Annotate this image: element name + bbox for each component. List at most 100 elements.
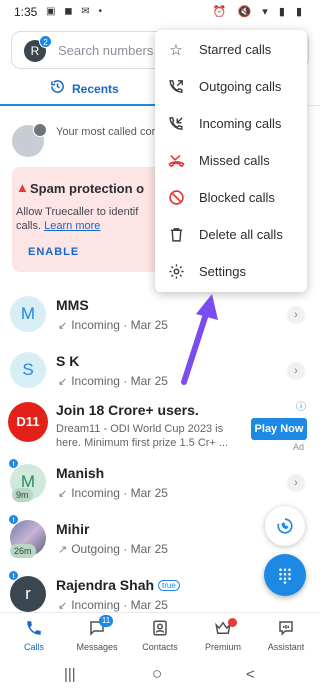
most-called-avatar — [12, 123, 47, 157]
contact-avatar: M — [10, 296, 46, 332]
play-now-button[interactable]: Play Now — [251, 418, 307, 440]
search-input[interactable]: Search numbers, n — [58, 43, 168, 58]
status-bar: 1:35 ▣ ◼ ✉ • ⏰ 🔇 ▾ ▮ ▮ — [0, 0, 320, 24]
premium-dot — [228, 618, 237, 627]
recent-apps-button[interactable]: ||| — [64, 666, 76, 683]
call-duration: 9m — [12, 488, 33, 502]
nav-calls-label: Calls — [23, 642, 44, 652]
contacts-icon — [150, 619, 170, 639]
call-details: ↙ Incoming · Mar 25 — [58, 486, 168, 500]
truecaller-badge: t — [8, 570, 19, 581]
call-details: ↙ Incoming · Mar 25 — [58, 318, 168, 332]
call-direction: Incoming — [71, 598, 120, 612]
menu-item-incoming-calls[interactable]: Incoming calls — [155, 106, 307, 143]
nav-contacts[interactable]: Contacts — [128, 617, 192, 655]
call-duration: 26m — [10, 544, 36, 558]
verified-tag: true — [158, 580, 180, 591]
avatar-letter: R — [30, 44, 40, 58]
call-row[interactable]: M MMS ↙ Incoming · Mar 25 › — [0, 290, 320, 346]
assistant-icon — [276, 619, 296, 639]
outgoing-call-icon: ↗ — [58, 544, 68, 556]
menu-item-delete-all-calls[interactable]: Delete all calls — [155, 217, 307, 254]
contact-avatar: r — [10, 576, 46, 612]
call-date: Mar 25 — [130, 598, 168, 612]
call-direction: Outgoing — [71, 542, 120, 556]
dialpad-fab[interactable] — [264, 554, 306, 596]
contact-name: Mihir — [56, 521, 90, 537]
notification-badge: 2 — [39, 35, 52, 48]
menu-item-outgoing-calls[interactable]: Outgoing calls — [155, 69, 307, 106]
call-date: Mar 25 — [130, 318, 168, 332]
menu-item-label: Delete all calls — [199, 227, 283, 242]
tab-recents[interactable]: Recents — [0, 76, 155, 106]
contact-name: Rajendra Shah true — [56, 577, 180, 593]
warning-icon: ▲ — [16, 180, 29, 195]
back-button[interactable]: < — [246, 666, 255, 683]
incoming-call-icon: ↙ — [58, 320, 68, 332]
incoming-call-icon: ↙ — [58, 600, 68, 612]
contact-name: S K — [56, 353, 80, 369]
tab-recents-label: Recents — [72, 82, 119, 96]
assistant-fab[interactable] — [265, 506, 305, 546]
menu-item-missed-calls[interactable]: Missed calls — [155, 143, 307, 180]
dialpad-icon — [279, 568, 291, 584]
history-icon — [50, 79, 65, 98]
enable-button[interactable]: ENABLE — [28, 246, 79, 258]
annotation-arrow-icon — [181, 294, 218, 385]
system-navigation-bar: ||| ○ < — [0, 658, 320, 692]
menu-item-label: Missed calls — [199, 153, 270, 168]
menu-item-starred-calls[interactable]: ☆ Starred calls — [155, 32, 307, 69]
bottom-navigation: Calls 11 Messages Contacts Premium Assis… — [0, 612, 320, 656]
menu-item-settings[interactable]: Settings — [155, 254, 307, 291]
active-tab-indicator — [0, 104, 155, 106]
ad-logo: D11 — [8, 402, 48, 442]
call-date: Mar 25 — [130, 374, 168, 388]
menu-item-blocked-calls[interactable]: Blocked calls — [155, 180, 307, 217]
call-row[interactable]: M t 9m Manish ↙ Incoming · Mar 25 › — [0, 458, 320, 514]
learn-more-link[interactable]: Learn more — [44, 220, 100, 232]
nav-contacts-label: Contacts — [142, 642, 178, 652]
ad-label: Ad — [293, 442, 305, 452]
menu-item-label: Starred calls — [199, 42, 272, 57]
contact-name: Manish — [56, 465, 105, 481]
contact-avatar: S — [10, 352, 46, 388]
call-details: ↙ Incoming · Mar 25 — [58, 374, 168, 388]
home-button[interactable]: ○ — [152, 664, 162, 684]
block-icon — [167, 189, 185, 210]
chevron-right-icon[interactable]: › — [287, 474, 305, 492]
nav-messages-label: Messages — [76, 642, 118, 652]
menu-item-label: Incoming calls — [199, 116, 282, 131]
phone-icon — [24, 619, 44, 639]
menu-item-label: Settings — [199, 264, 246, 279]
nav-assistant-label: Assistant — [267, 642, 305, 652]
nav-calls[interactable]: Calls — [2, 617, 66, 655]
outgoing-call-icon — [167, 78, 185, 99]
missed-call-icon — [167, 152, 185, 173]
system-status-icons: ⏰ 🔇 ▾ ▮ ▮ — [212, 6, 306, 18]
incoming-call-icon: ↙ — [58, 488, 68, 500]
profile-avatar[interactable]: R 2 — [24, 35, 52, 62]
call-filter-menu: ☆ Starred calls Outgoing calls Incoming … — [155, 30, 307, 292]
call-details: ↗ Outgoing · Mar 25 — [58, 542, 168, 556]
call-direction: Incoming — [71, 486, 120, 500]
chevron-right-icon[interactable]: › — [287, 362, 305, 380]
gear-icon — [167, 263, 185, 284]
nav-premium-label: Premium — [204, 642, 241, 652]
call-details: ↙ Incoming · Mar 25 — [58, 598, 168, 612]
sponsored-ad[interactable]: D11 Join 18 Crore+ users. Dream11 - ODI … — [0, 394, 320, 456]
assistant-call-icon — [277, 518, 293, 534]
incoming-call-icon: ↙ — [58, 376, 68, 388]
info-icon[interactable]: ⓘ — [296, 398, 306, 413]
nav-assistant[interactable]: Assistant — [254, 617, 318, 655]
spam-card-title: Spam protection o — [30, 181, 145, 196]
star-outline-icon: ☆ — [169, 42, 183, 59]
ad-title: Join 18 Crore+ users. — [56, 402, 199, 418]
chevron-right-icon[interactable]: › — [287, 306, 305, 324]
truecaller-badge: t — [8, 514, 19, 525]
contact-name-text: Rajendra Shah — [56, 577, 155, 593]
spam-protection-card: ▲ Spam protection o Allow Truecaller to … — [12, 167, 172, 272]
call-direction: Incoming — [71, 318, 120, 332]
call-date: Mar 25 — [130, 486, 168, 500]
nav-messages[interactable]: 11 Messages — [65, 615, 129, 655]
nav-premium[interactable]: Premium — [191, 617, 255, 655]
